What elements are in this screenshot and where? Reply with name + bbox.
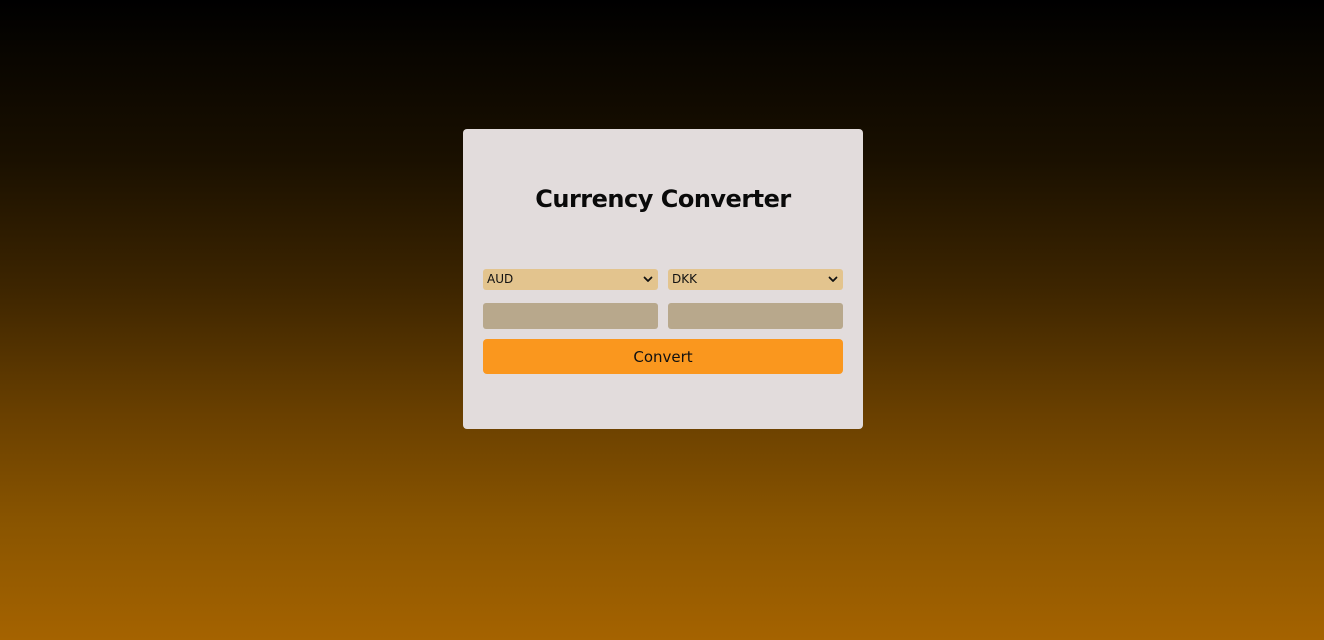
to-currency-value: DKK xyxy=(672,272,697,286)
chevron-down-icon xyxy=(643,276,653,282)
from-currency-select[interactable]: AUD xyxy=(483,269,658,290)
from-amount-input[interactable] xyxy=(483,303,658,329)
to-amount-input[interactable] xyxy=(668,303,843,329)
chevron-down-icon xyxy=(828,276,838,282)
to-currency-select[interactable]: DKK xyxy=(668,269,843,290)
convert-button[interactable]: Convert xyxy=(483,339,843,374)
from-currency-value: AUD xyxy=(487,272,514,286)
page-title: Currency Converter xyxy=(535,185,791,213)
converter-card: Currency Converter AUD DKK Convert xyxy=(463,129,863,429)
